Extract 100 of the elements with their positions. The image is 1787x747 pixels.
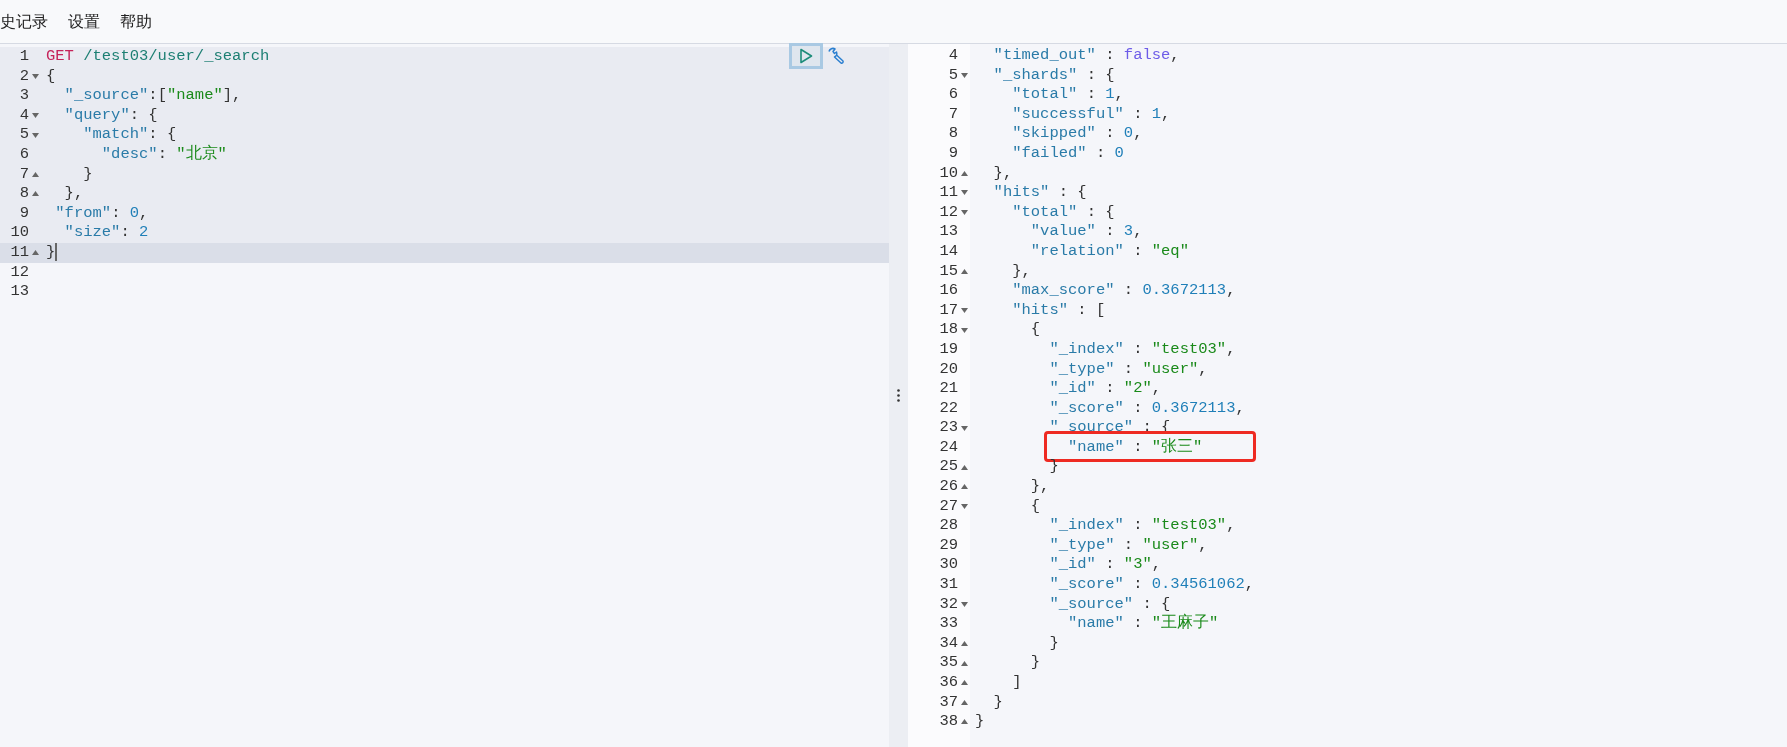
code-line: "_score" : 0.34561062, xyxy=(1048,575,1255,594)
unfold-arrow-icon[interactable] xyxy=(961,641,968,647)
code-line: } xyxy=(992,692,1003,711)
line-number: 6 xyxy=(19,144,29,165)
code-line: "name" : "王麻子" xyxy=(1067,614,1219,633)
code-line: { xyxy=(1029,320,1041,339)
line-number: 20 xyxy=(939,359,958,380)
code-line: "_type" : "user", xyxy=(1048,535,1208,554)
line-number: 12 xyxy=(10,262,29,283)
line-number: 28 xyxy=(939,516,958,536)
line-number: 35 xyxy=(939,653,958,673)
line-number: 34 xyxy=(939,633,958,654)
menu-item[interactable]: 设置 xyxy=(68,9,100,34)
fold-arrow-icon[interactable] xyxy=(961,425,968,431)
run-button[interactable] xyxy=(789,43,823,69)
code-line: }, xyxy=(1029,477,1050,496)
drag-handle-icon[interactable] xyxy=(897,389,900,402)
line-number: 32 xyxy=(939,594,958,615)
line-number: 5 xyxy=(948,65,958,86)
line-number: 16 xyxy=(939,281,958,301)
line-number: 37 xyxy=(939,692,958,713)
code-line: "relation" : "eq" xyxy=(1029,241,1189,260)
line-number: 7 xyxy=(19,164,29,185)
line-number: 17 xyxy=(939,300,958,321)
line-number: 29 xyxy=(939,535,958,556)
line-number: 4 xyxy=(948,46,958,66)
unfold-arrow-icon[interactable] xyxy=(961,268,968,274)
code-line: "successful" : 1, xyxy=(1011,104,1171,123)
code-line: } xyxy=(1048,457,1059,476)
line-number: 13 xyxy=(10,282,29,302)
line-number: 1 xyxy=(19,47,29,67)
line-number: 38 xyxy=(939,712,958,732)
code-line: "total" : { xyxy=(1011,202,1115,221)
code-line: "total" : 1, xyxy=(1011,85,1124,104)
code-line: "name" : "张三" xyxy=(1067,437,1203,456)
line-number: 9 xyxy=(19,203,29,224)
unfold-arrow-icon[interactable] xyxy=(961,484,968,490)
unfold-arrow-icon[interactable] xyxy=(32,250,39,256)
line-number: 31 xyxy=(939,575,958,595)
code-line: "_type" : "user", xyxy=(1048,359,1208,378)
code-line: "_source" : { xyxy=(1048,594,1171,613)
line-number: 12 xyxy=(939,202,958,223)
line-number: 6 xyxy=(948,85,958,105)
code-line: } xyxy=(82,164,93,183)
line-number: 19 xyxy=(939,339,958,360)
code-line: "_shards" : { xyxy=(992,65,1115,84)
line-number: 2 xyxy=(19,66,29,87)
line-number: 21 xyxy=(939,379,958,399)
unfold-arrow-icon[interactable] xyxy=(961,464,968,470)
fold-arrow-icon[interactable] xyxy=(32,73,39,79)
unfold-arrow-icon[interactable] xyxy=(961,719,968,725)
fold-arrow-icon[interactable] xyxy=(32,132,39,138)
fold-arrow-icon[interactable] xyxy=(961,327,968,333)
line-number: 36 xyxy=(939,673,958,693)
line-number: 33 xyxy=(939,614,958,634)
wrench-icon xyxy=(826,46,846,66)
code-line: "failed" : 0 xyxy=(1011,143,1124,162)
line-number: 18 xyxy=(939,320,958,340)
unfold-arrow-icon[interactable] xyxy=(961,680,968,686)
fold-arrow-icon[interactable] xyxy=(961,503,968,509)
menu-item[interactable]: 帮助 xyxy=(120,9,152,34)
unfold-arrow-icon[interactable] xyxy=(961,699,968,705)
code-line: } xyxy=(46,243,56,261)
code-line: } xyxy=(1048,633,1059,652)
line-number: 22 xyxy=(939,398,958,419)
line-number: 8 xyxy=(19,184,29,204)
fold-arrow-icon[interactable] xyxy=(961,190,968,196)
fold-arrow-icon[interactable] xyxy=(961,72,968,78)
text-cursor xyxy=(55,242,58,261)
line-number: 7 xyxy=(948,104,958,125)
fold-arrow-icon[interactable] xyxy=(32,113,39,119)
code-line: } xyxy=(975,712,985,731)
menu-item[interactable]: 史记录 xyxy=(0,9,48,34)
code-line: "_id" : "3", xyxy=(1048,555,1162,574)
code-line: "hits" : [ xyxy=(1011,300,1106,319)
code-line: } xyxy=(1029,653,1041,672)
unfold-arrow-icon[interactable] xyxy=(961,660,968,666)
fold-arrow-icon[interactable] xyxy=(961,308,968,313)
code-line: }, xyxy=(1011,261,1031,280)
code-line: "max_score" : 0.3672113, xyxy=(1011,281,1236,300)
code-line: "match": { xyxy=(82,125,177,144)
line-number: 26 xyxy=(939,477,958,497)
line-number: 30 xyxy=(939,555,958,576)
code-line: ] xyxy=(1011,673,1022,691)
code-line: "from": 0, xyxy=(54,203,149,222)
line-number: 8 xyxy=(948,124,958,144)
code-line: "hits" : { xyxy=(992,183,1087,202)
line-number: 11 xyxy=(10,242,29,263)
play-icon xyxy=(799,48,813,64)
unfold-arrow-icon[interactable] xyxy=(32,191,39,197)
line-number: 4 xyxy=(19,105,29,126)
unfold-arrow-icon[interactable] xyxy=(961,170,968,176)
fold-arrow-icon[interactable] xyxy=(961,601,968,607)
unfold-arrow-icon[interactable] xyxy=(32,171,39,177)
code-line: }, xyxy=(63,184,84,203)
line-number: 13 xyxy=(939,222,958,242)
code-line: "_index" : "test03", xyxy=(1048,516,1236,535)
code-line: "timed_out" : false, xyxy=(992,46,1180,64)
fold-arrow-icon[interactable] xyxy=(961,210,968,216)
line-number: 14 xyxy=(939,241,958,262)
